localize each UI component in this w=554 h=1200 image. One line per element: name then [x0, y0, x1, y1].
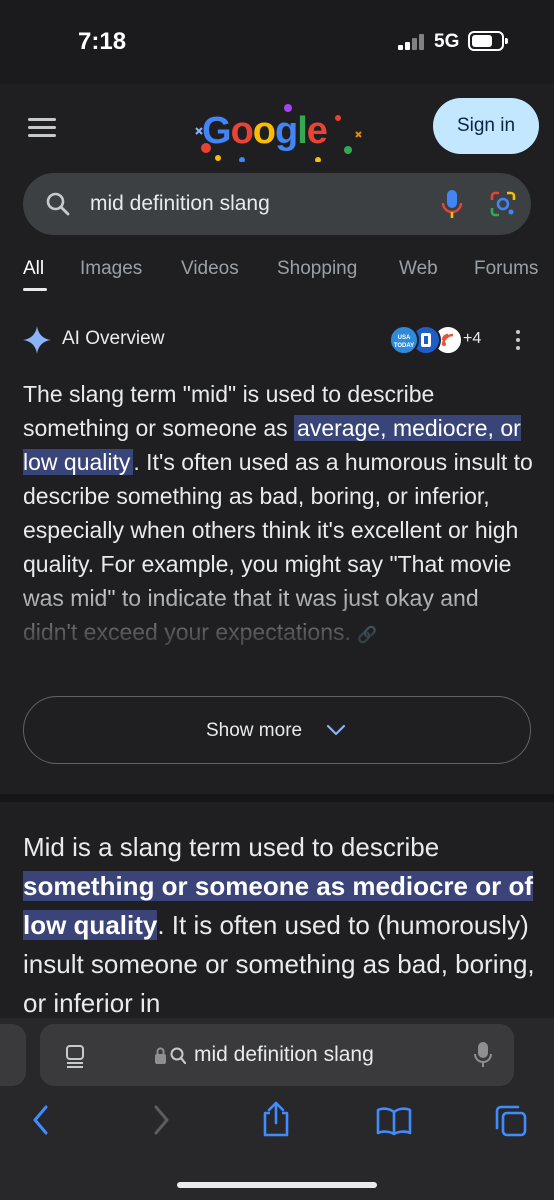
- section-divider: [0, 794, 554, 802]
- share-icon[interactable]: [260, 1100, 292, 1138]
- chevron-down-icon: [326, 724, 346, 736]
- snippet-text-part-1: Mid is a slang term used to describe: [23, 832, 440, 862]
- tab-all[interactable]: All: [23, 258, 44, 280]
- status-time: 7:18: [78, 28, 127, 55]
- cellular-signal-icon: [398, 34, 426, 50]
- search-icon: [46, 192, 70, 216]
- back-arrow-icon[interactable]: [30, 1104, 52, 1136]
- safari-bottom-bar: mid definition slang: [0, 1018, 554, 1200]
- forward-arrow-icon[interactable]: [150, 1104, 172, 1136]
- text-fade-overlay: [0, 580, 554, 680]
- google-doodle-logo[interactable]: Google: [188, 98, 368, 162]
- google-header: Google Sign in: [0, 84, 554, 172]
- previous-tab-peek[interactable]: [0, 1024, 26, 1086]
- network-type: 5G: [434, 31, 460, 52]
- menu-icon[interactable]: [28, 118, 56, 138]
- status-bar: 7:18 5G: [0, 0, 554, 84]
- search-input[interactable]: mid definition slang: [23, 173, 531, 235]
- home-indicator: [177, 1182, 377, 1188]
- tabs-icon[interactable]: [494, 1104, 528, 1138]
- search-query-text: mid definition slang: [90, 192, 270, 215]
- address-bar[interactable]: mid definition slang: [40, 1024, 514, 1086]
- ai-overview-title: AI Overview: [62, 328, 165, 349]
- source-usa-today-icon[interactable]: USA TODAY: [389, 325, 419, 355]
- tab-videos[interactable]: Videos: [181, 258, 239, 280]
- tab-shopping[interactable]: Shopping: [277, 258, 357, 280]
- featured-snippet: Mid is a slang term used to describe som…: [23, 828, 538, 1018]
- bookmarks-icon[interactable]: [376, 1106, 412, 1136]
- tab-web[interactable]: Web: [399, 258, 438, 280]
- sign-in-button[interactable]: Sign in: [433, 98, 539, 154]
- source-badge-text: USA TODAY: [393, 335, 415, 349]
- reader-view-icon[interactable]: [64, 1044, 86, 1068]
- tab-forums[interactable]: Forums: [474, 258, 538, 280]
- tab-images[interactable]: Images: [80, 258, 142, 280]
- more-options-icon[interactable]: [515, 330, 521, 350]
- show-more-label: Show more: [206, 720, 303, 741]
- active-tab-indicator: [23, 288, 47, 291]
- google-logo-text: Google: [202, 110, 328, 152]
- show-more-button[interactable]: Show more: [23, 696, 531, 764]
- search-tabs: All Images Videos Shopping Web Forums: [23, 258, 554, 298]
- more-sources-count[interactable]: +4: [463, 330, 481, 348]
- address-text: mid definition slang: [194, 1043, 374, 1066]
- ai-overview-header: AI Overview USA TODAY +4: [23, 322, 533, 358]
- microphone-icon[interactable]: [474, 1041, 492, 1069]
- voice-search-icon[interactable]: [439, 188, 465, 220]
- battery-icon: [468, 31, 508, 51]
- lock-search-icon: [155, 1047, 187, 1065]
- google-lens-icon[interactable]: [489, 190, 517, 218]
- gemini-sparkle-icon: [23, 326, 51, 354]
